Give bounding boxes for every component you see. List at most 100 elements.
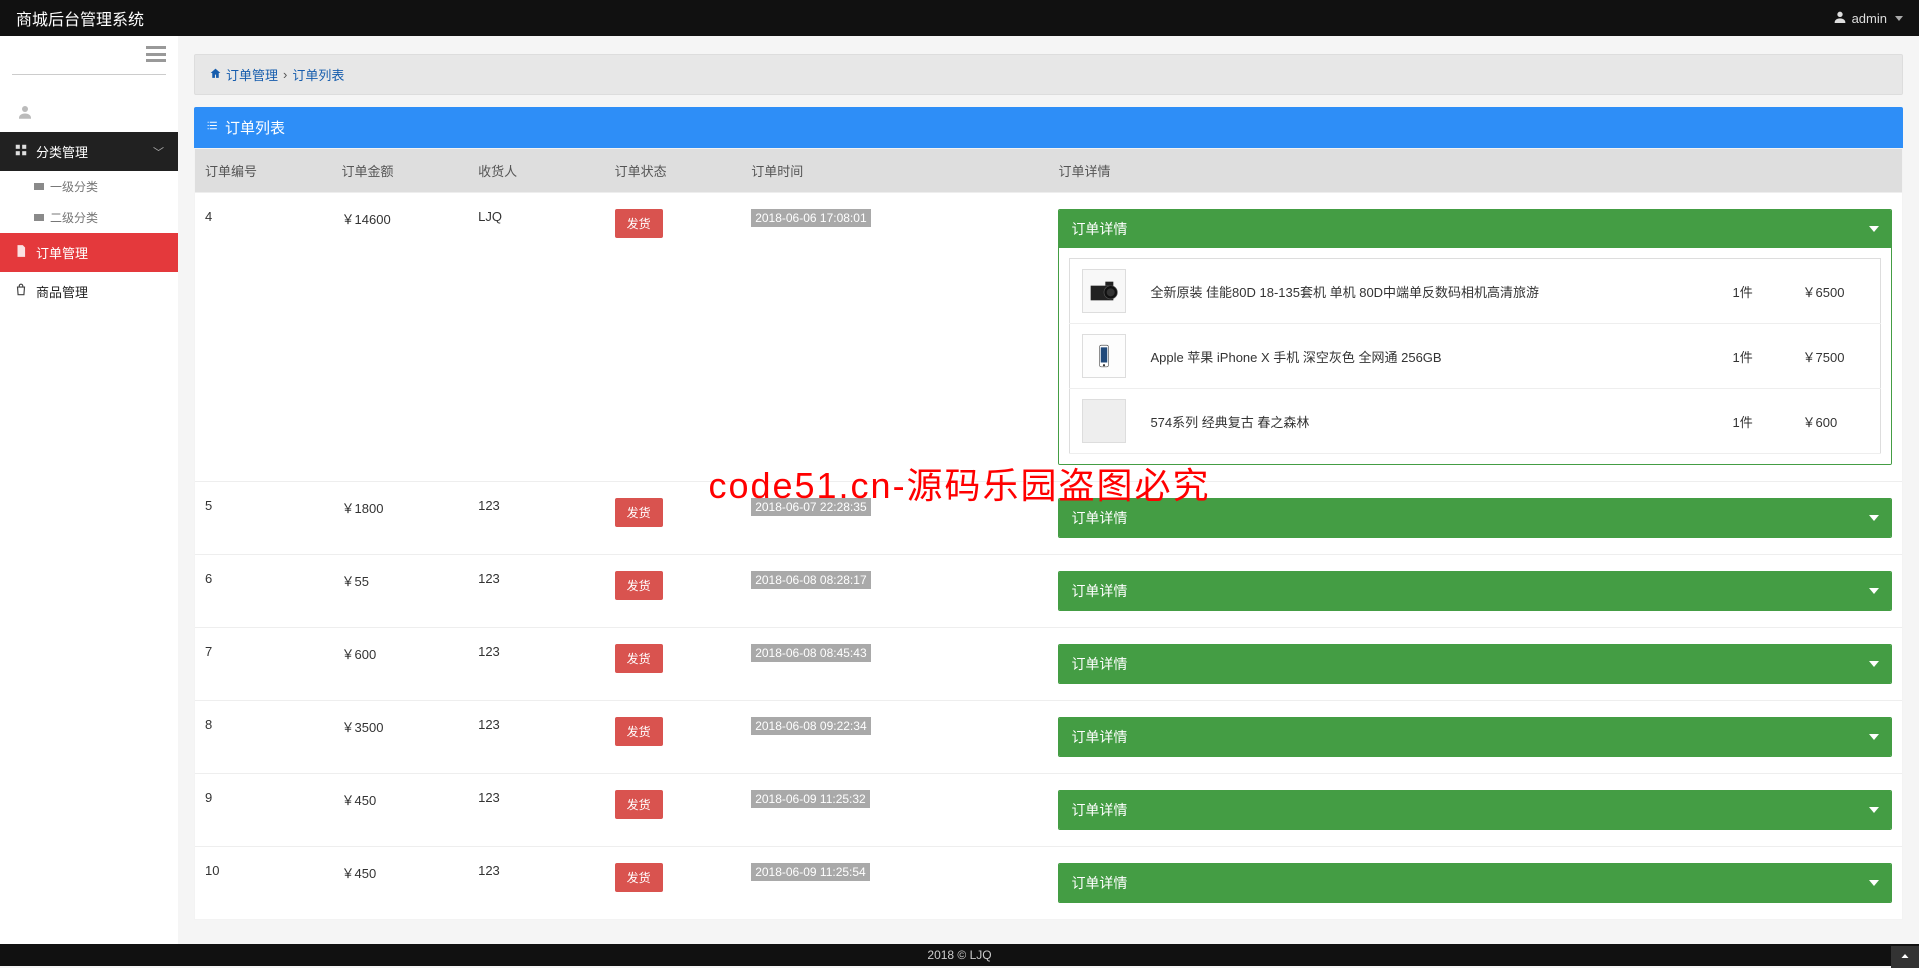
col-detail: 订单详情 bbox=[1048, 149, 1902, 193]
sidebar-item[interactable]: 商品管理 bbox=[0, 272, 178, 311]
cell-status: 发货 bbox=[605, 701, 742, 774]
table-row: 10 ￥450 123 发货 2018-06-09 11:25:54 订单详情 bbox=[195, 847, 1902, 920]
user-icon bbox=[1832, 9, 1848, 28]
detail-accordion: 订单详情 bbox=[1058, 571, 1892, 611]
table-row: 8 ￥3500 123 发货 2018-06-08 09:22:34 订单详情 bbox=[195, 701, 1902, 774]
sidebar-toggle[interactable] bbox=[0, 36, 178, 66]
detail-accordion-header[interactable]: 订单详情 bbox=[1059, 791, 1891, 829]
cell-time: 2018-06-08 09:22:34 bbox=[741, 701, 1048, 774]
cell-id: 8 bbox=[195, 701, 332, 774]
ship-button[interactable]: 发货 bbox=[615, 717, 663, 746]
col-amount: 订单金额 bbox=[332, 149, 469, 193]
breadcrumb-sep: › bbox=[283, 67, 287, 82]
detail-label: 订单详情 bbox=[1071, 800, 1127, 820]
ship-button[interactable]: 发货 bbox=[615, 863, 663, 892]
cell-time: 2018-06-09 11:25:32 bbox=[741, 774, 1048, 847]
table-row: 4 ￥14600 LJQ 发货 2018-06-06 17:08:01 订单详情 bbox=[195, 193, 1902, 482]
cell-detail: 订单详情 bbox=[1048, 555, 1902, 628]
detail-item-name: 574系列 经典复古 春之森林 bbox=[1138, 389, 1720, 454]
detail-item-price: ￥7500 bbox=[1791, 324, 1881, 389]
cell-amount: ￥450 bbox=[332, 774, 469, 847]
col-time: 订单时间 bbox=[741, 149, 1048, 193]
breadcrumb-link[interactable]: 订单管理 bbox=[226, 65, 278, 84]
file-icon bbox=[14, 244, 28, 261]
detail-label: 订单详情 bbox=[1071, 873, 1127, 893]
ship-button[interactable]: 发货 bbox=[615, 790, 663, 819]
topbar: 商城后台管理系统 admin bbox=[0, 0, 1919, 36]
product-thumb bbox=[1082, 269, 1126, 313]
cell-detail: 订单详情 bbox=[1048, 628, 1902, 701]
main-content: 订单管理 › 订单列表 订单列表 订单编号 订单金额 收货人 bbox=[178, 36, 1919, 944]
detail-item-thumb-cell bbox=[1070, 259, 1139, 324]
ship-button[interactable]: 发货 bbox=[615, 209, 663, 238]
user-menu[interactable]: admin bbox=[1832, 9, 1903, 28]
ship-button[interactable]: 发货 bbox=[615, 644, 663, 673]
detail-accordion-header[interactable]: 订单详情 bbox=[1059, 645, 1891, 683]
col-receiver: 收货人 bbox=[468, 149, 605, 193]
caret-down-icon bbox=[1869, 734, 1879, 740]
detail-accordion: 订单详情 全新原装 佳能80D 18-135套机 单机 80D中端单反数码相机高… bbox=[1058, 209, 1892, 465]
cell-id: 5 bbox=[195, 482, 332, 555]
detail-item-qty: 1件 bbox=[1721, 259, 1791, 324]
cell-status: 发货 bbox=[605, 482, 742, 555]
table-header-row: 订单编号 订单金额 收货人 订单状态 订单时间 订单详情 bbox=[195, 149, 1902, 193]
list-icon bbox=[206, 119, 219, 136]
detail-accordion-header[interactable]: 订单详情 bbox=[1059, 864, 1891, 902]
detail-label: 订单详情 bbox=[1071, 654, 1127, 674]
detail-accordion-header[interactable]: 订单详情 bbox=[1059, 572, 1891, 610]
detail-item-price: ￥600 bbox=[1791, 389, 1881, 454]
product-thumb bbox=[1082, 334, 1126, 378]
detail-item-row: 全新原装 佳能80D 18-135套机 单机 80D中端单反数码相机高清旅游 1… bbox=[1070, 259, 1881, 324]
detail-accordion: 订单详情 bbox=[1058, 644, 1892, 684]
sidebar-item[interactable]: 分类管理﹀ bbox=[0, 132, 178, 171]
cell-amount: ￥450 bbox=[332, 847, 469, 920]
detail-item-price: ￥6500 bbox=[1791, 259, 1881, 324]
grid-icon bbox=[14, 143, 28, 160]
timestamp: 2018-06-06 17:08:01 bbox=[751, 209, 870, 227]
cell-amount: ￥600 bbox=[332, 628, 469, 701]
breadcrumb: 订单管理 › 订单列表 bbox=[194, 54, 1903, 95]
caret-down-icon bbox=[1869, 661, 1879, 667]
sidebar-subitem-label: 一级分类 bbox=[50, 178, 98, 195]
sidebar-subitem[interactable]: 二级分类 bbox=[0, 202, 178, 233]
cell-receiver: 123 bbox=[468, 774, 605, 847]
detail-items-table: 全新原装 佳能80D 18-135套机 单机 80D中端单反数码相机高清旅游 1… bbox=[1069, 258, 1881, 454]
sidebar-item[interactable]: 订单管理 bbox=[0, 233, 178, 272]
cell-status: 发货 bbox=[605, 774, 742, 847]
sidebar-item-label: 分类管理 bbox=[36, 142, 88, 161]
sidebar-subitem[interactable]: 一级分类 bbox=[0, 171, 178, 202]
product-thumb bbox=[1082, 399, 1126, 443]
cell-time: 2018-06-08 08:45:43 bbox=[741, 628, 1048, 701]
detail-accordion: 订单详情 bbox=[1058, 717, 1892, 757]
cell-status: 发货 bbox=[605, 193, 742, 482]
detail-accordion-header[interactable]: 订单详情 bbox=[1059, 499, 1891, 537]
back-to-top-button[interactable] bbox=[1891, 946, 1919, 968]
sidebar-subitem-label: 二级分类 bbox=[50, 209, 98, 226]
table-row: 7 ￥600 123 发货 2018-06-08 08:45:43 订单详情 bbox=[195, 628, 1902, 701]
bullet-icon bbox=[34, 183, 44, 190]
footer: 2018 © LJQ bbox=[0, 944, 1919, 966]
caret-down-icon bbox=[1869, 880, 1879, 886]
cell-amount: ￥14600 bbox=[332, 193, 469, 482]
detail-label: 订单详情 bbox=[1071, 727, 1127, 747]
detail-accordion-header[interactable]: 订单详情 bbox=[1059, 718, 1891, 756]
caret-down-icon bbox=[1869, 226, 1879, 232]
sidebar-user-icon bbox=[0, 103, 178, 132]
detail-label: 订单详情 bbox=[1071, 508, 1127, 528]
cell-id: 7 bbox=[195, 628, 332, 701]
cell-amount: ￥1800 bbox=[332, 482, 469, 555]
detail-label: 订单详情 bbox=[1071, 581, 1127, 601]
ship-button[interactable]: 发货 bbox=[615, 571, 663, 600]
caret-down-icon bbox=[1869, 515, 1879, 521]
ship-button[interactable]: 发货 bbox=[615, 498, 663, 527]
detail-accordion-header[interactable]: 订单详情 bbox=[1059, 210, 1891, 248]
panel: 订单列表 订单编号 订单金额 收货人 订单状态 订单时间 订单详情 bbox=[194, 107, 1903, 920]
detail-accordion-body: 全新原装 佳能80D 18-135套机 单机 80D中端单反数码相机高清旅游 1… bbox=[1059, 248, 1891, 464]
sidebar-item-label: 商品管理 bbox=[36, 282, 88, 301]
table-row: 6 ￥55 123 发货 2018-06-08 08:28:17 订单详情 bbox=[195, 555, 1902, 628]
sidebar-item-label: 订单管理 bbox=[36, 243, 88, 262]
cell-amount: ￥55 bbox=[332, 555, 469, 628]
panel-title: 订单列表 bbox=[225, 117, 285, 138]
breadcrumb-current[interactable]: 订单列表 bbox=[292, 65, 344, 84]
cell-id: 10 bbox=[195, 847, 332, 920]
